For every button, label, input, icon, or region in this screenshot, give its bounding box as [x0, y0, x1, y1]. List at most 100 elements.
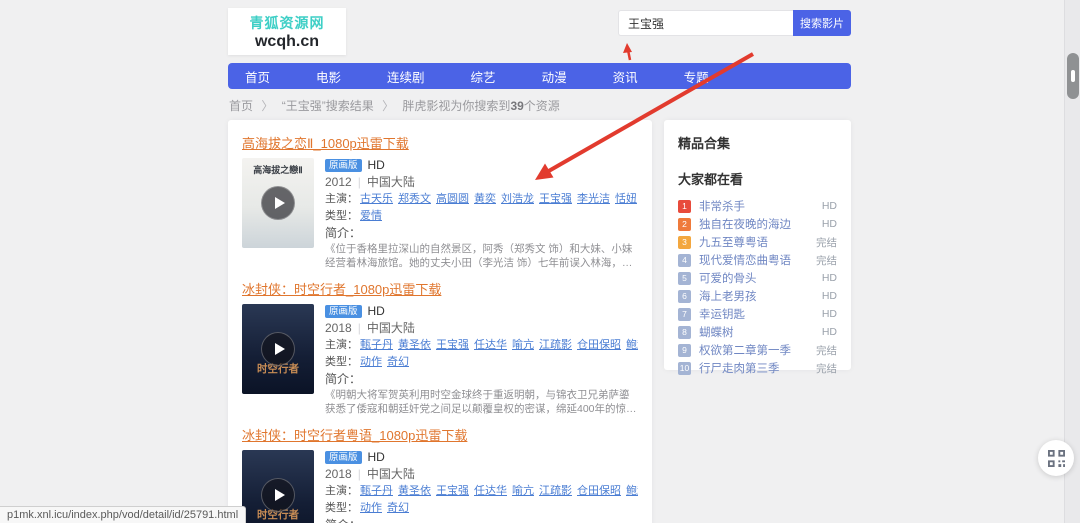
- sidebar-title: 精品合集: [678, 133, 837, 152]
- page-content: 青狐资源网 wcqh.cn 搜索影片 首页电影连续剧综艺动漫资讯专题 首页 〉 …: [228, 0, 851, 523]
- actor-link[interactable]: 喻亢: [512, 485, 534, 497]
- intro-label: 简介：: [325, 372, 638, 387]
- actor-link[interactable]: 仓田保昭: [577, 485, 621, 497]
- result-title-link[interactable]: 冰封侠：时空行者粤语_1080p迅雷下载: [242, 425, 467, 444]
- breadcrumb-separator: 〉: [261, 99, 273, 113]
- ranking-item[interactable]: 9权欲第二章第一季完结: [678, 341, 837, 359]
- nav-item-动漫[interactable]: 动漫: [542, 67, 567, 86]
- rank-badge: 4: [678, 254, 691, 267]
- actor-link[interactable]: 王宝强: [539, 193, 572, 205]
- actors-row: 主演：甄子丹黄圣依王宝强任达华喻亢江疏影仓田保昭鲍起静林雪庄思敏...: [325, 484, 638, 499]
- scrollbar-thumb[interactable]: [1067, 53, 1079, 99]
- nav-item-连续剧[interactable]: 连续剧: [387, 67, 425, 86]
- actor-link[interactable]: 仓田保昭: [577, 339, 621, 351]
- type-link[interactable]: 动作: [360, 502, 382, 514]
- main-row: 高海拔之恋Ⅱ_1080p迅雷下载高海拔之戀Ⅱ原画版HD2012|中国大陆主演：古…: [228, 120, 851, 523]
- result-item: 冰封侠：时空行者_1080p迅雷下载时空行者原画版HD2018|中国大陆主演：甄…: [242, 279, 638, 416]
- actors-row: 主演：古天乐郑秀文高圆圆黄奕刘浩龙王宝强李光洁恬妞: [325, 192, 638, 207]
- ranking-title-link[interactable]: 可爱的骨头: [699, 270, 818, 286]
- actor-link[interactable]: 王宝强: [436, 485, 469, 497]
- ranking-title-link[interactable]: 九五至尊粤语: [699, 234, 812, 250]
- result-info: 原画版HD 2018|中国大陆主演：甄子丹黄圣依王宝强任达华喻亢江疏影仓田保昭鲍起…: [325, 450, 638, 523]
- actor-link[interactable]: 黄奕: [474, 193, 496, 205]
- type-link[interactable]: 奇幻: [387, 356, 409, 368]
- types-row: 类型：爱情: [325, 209, 638, 224]
- result-title-link[interactable]: 冰封侠：时空行者_1080p迅雷下载: [242, 279, 441, 298]
- divider: |: [358, 321, 361, 335]
- ranking-item[interactable]: 8蝴蝶树HD: [678, 323, 837, 341]
- actor-link[interactable]: 江疏影: [539, 339, 572, 351]
- result-item: 高海拔之恋Ⅱ_1080p迅雷下载高海拔之戀Ⅱ原画版HD2012|中国大陆主演：古…: [242, 133, 638, 270]
- play-icon[interactable]: [261, 186, 295, 220]
- result-title-link[interactable]: 高海拔之恋Ⅱ_1080p迅雷下载: [242, 133, 409, 152]
- poster-thumbnail[interactable]: 时空行者: [242, 304, 314, 394]
- ranking-title-link[interactable]: 权欲第二章第一季: [699, 342, 812, 358]
- ranking-title-link[interactable]: 蝴蝶树: [699, 324, 818, 340]
- ranking-status: 完结: [816, 343, 837, 358]
- breadcrumb-home[interactable]: 首页: [229, 99, 253, 113]
- ranking-title-link[interactable]: 非常杀手: [699, 198, 818, 214]
- search-button[interactable]: 搜索影片: [793, 10, 851, 36]
- ranking-title-link[interactable]: 现代爱情恋曲粤语: [699, 252, 812, 268]
- ranking-item[interactable]: 2独自在夜晚的海边HD: [678, 215, 837, 233]
- actor-link[interactable]: 刘浩龙: [501, 193, 534, 205]
- nav-item-综艺[interactable]: 综艺: [471, 67, 496, 86]
- year-region-row: 2018|中国大陆: [325, 467, 638, 482]
- type-link[interactable]: 奇幻: [387, 502, 409, 514]
- nav-item-专题[interactable]: 专题: [684, 67, 709, 86]
- actor-link[interactable]: 喻亢: [512, 339, 534, 351]
- poster-thumbnail[interactable]: 高海拔之戀Ⅱ: [242, 158, 314, 248]
- ranking-status: HD: [822, 218, 837, 230]
- nav-item-电影[interactable]: 电影: [316, 67, 341, 86]
- rank-badge: 10: [678, 362, 691, 375]
- play-icon[interactable]: [261, 478, 295, 512]
- ranking-title-link[interactable]: 幸运钥匙: [699, 306, 818, 322]
- qrcode-button[interactable]: [1038, 440, 1074, 476]
- actors-row: 主演：甄子丹黄圣依王宝强任达华喻亢江疏影仓田保昭鲍起静林雪庄思敏...: [325, 338, 638, 353]
- ranking-item[interactable]: 3九五至尊粤语完结: [678, 233, 837, 251]
- site-logo[interactable]: 青狐资源网 wcqh.cn: [228, 8, 346, 55]
- actor-link[interactable]: 甄子丹: [360, 485, 393, 497]
- actor-link[interactable]: 高圆圆: [436, 193, 469, 205]
- result-info: 原画版HD2012|中国大陆主演：古天乐郑秀文高圆圆黄奕刘浩龙王宝强李光洁恬妞类…: [325, 158, 638, 270]
- actor-link[interactable]: 鲍起静: [626, 339, 638, 351]
- ranking-item[interactable]: 4 现代爱情恋曲粤语完结: [678, 251, 837, 269]
- type-link[interactable]: 动作: [360, 356, 382, 368]
- ranking-item[interactable]: 1非常杀手HD: [678, 197, 837, 215]
- actor-link[interactable]: 李光洁: [577, 193, 610, 205]
- ranking-title-link[interactable]: 海上老男孩: [699, 288, 818, 304]
- ranking-item[interactable]: 7幸运钥匙HD: [678, 305, 837, 323]
- ranking-item[interactable]: 5可爱的骨头HD: [678, 269, 837, 287]
- ranking-item[interactable]: 6海上老男孩HD: [678, 287, 837, 305]
- actor-link[interactable]: 郑秀文: [398, 193, 431, 205]
- actor-link[interactable]: 甄子丹: [360, 339, 393, 351]
- nav-item-首页[interactable]: 首页: [245, 67, 270, 86]
- actor-link[interactable]: 恬妞: [615, 193, 637, 205]
- type-link[interactable]: 爱情: [360, 210, 382, 222]
- quality-label: HD: [368, 158, 385, 172]
- actor-link[interactable]: 黄圣依: [398, 339, 431, 351]
- ranking-status: 完结: [816, 253, 837, 268]
- play-icon[interactable]: [261, 332, 295, 366]
- actor-link[interactable]: 王宝强: [436, 339, 469, 351]
- actor-link[interactable]: 江疏影: [539, 485, 572, 497]
- rank-badge: 6: [678, 290, 691, 303]
- ranking-status: HD: [822, 308, 837, 320]
- ranking-status: 完结: [816, 361, 837, 376]
- ranking-title-link[interactable]: 行尸走肉第三季: [699, 360, 812, 376]
- divider: |: [358, 467, 361, 481]
- actor-link[interactable]: 古天乐: [360, 193, 393, 205]
- actor-link[interactable]: 任达华: [474, 485, 507, 497]
- qrcode-icon: [1048, 450, 1065, 467]
- ranking-title-link[interactable]: 独自在夜晚的海边: [699, 216, 818, 232]
- results-list: 高海拔之恋Ⅱ_1080p迅雷下载高海拔之戀Ⅱ原画版HD2012|中国大陆主演：古…: [228, 120, 652, 523]
- quality-row: 原画版HD: [325, 450, 638, 465]
- search-input[interactable]: [618, 10, 793, 36]
- poster-thumbnail[interactable]: 时空行者: [242, 450, 314, 523]
- nav-bar: 首页 电影 连续剧 综艺 动漫 资讯 专题: [228, 63, 851, 89]
- nav-item-资讯[interactable]: 资讯: [613, 67, 638, 86]
- actor-link[interactable]: 任达华: [474, 339, 507, 351]
- actor-link[interactable]: 鲍起静: [626, 485, 638, 497]
- actor-link[interactable]: 黄圣依: [398, 485, 431, 497]
- ranking-item[interactable]: 10 行尸走肉第三季完结: [678, 359, 837, 377]
